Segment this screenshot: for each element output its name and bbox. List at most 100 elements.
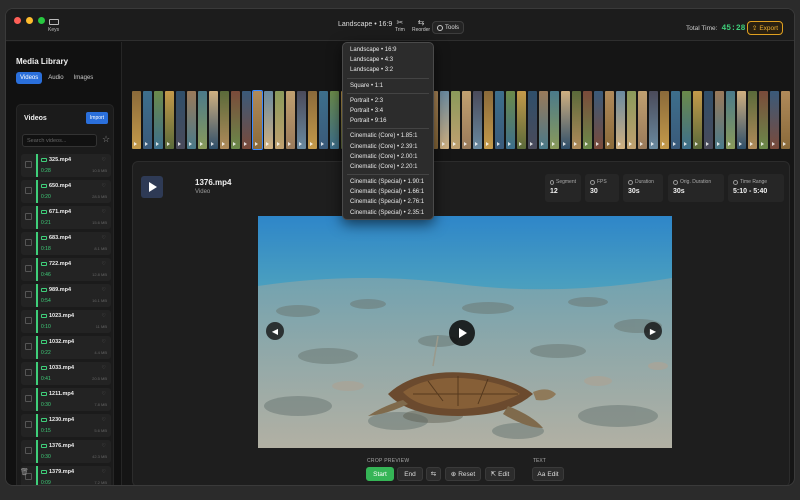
select-checkbox[interactable]: [25, 343, 32, 350]
aspect-ratio-selector[interactable]: Landscape • 16:9: [338, 21, 392, 28]
crop-edit-button[interactable]: ⇱ Edit: [485, 467, 515, 481]
video-list-item[interactable]: 671.mp4 0:21 ♡ 15.6 MB: [21, 206, 111, 229]
favorite-heart-icon[interactable]: ♡: [102, 391, 106, 397]
select-checkbox[interactable]: [25, 161, 32, 168]
filmstrip-segment[interactable]: [693, 91, 702, 149]
swap-button[interactable]: ⇆: [426, 467, 441, 481]
filmstrip-segment[interactable]: [704, 91, 713, 149]
aspect-menu-item[interactable]: Cinematic (Special) • 1.90:1: [343, 177, 433, 187]
filmstrip-segment[interactable]: [528, 91, 537, 149]
video-preview[interactable]: ◀ ▶: [258, 216, 672, 448]
filmstrip-segment[interactable]: [726, 91, 735, 149]
filmstrip-segment[interactable]: [638, 91, 647, 149]
text-edit-button[interactable]: Aa Edit: [532, 467, 564, 481]
select-checkbox[interactable]: [25, 291, 32, 298]
timeline-filmstrip[interactable]: [132, 87, 794, 153]
aspect-menu-item[interactable]: Portrait • 9:16: [343, 116, 433, 126]
filmstrip-segment[interactable]: [132, 91, 141, 149]
aspect-menu-item[interactable]: Cinematic (Special) • 2.35:1: [343, 208, 433, 218]
search-videos-input[interactable]: Search videos...: [22, 134, 97, 147]
aspect-menu-item[interactable]: Cinematic (Core) • 2.20:1: [343, 162, 433, 172]
favorite-heart-icon[interactable]: ♡: [102, 183, 106, 189]
filmstrip-segment[interactable]: [187, 91, 196, 149]
filmstrip-segment[interactable]: [209, 91, 218, 149]
aspect-menu-item[interactable]: Square • 1:1: [343, 81, 433, 91]
select-checkbox[interactable]: [25, 421, 32, 428]
filmstrip-segment[interactable]: [484, 91, 493, 149]
next-clip-button[interactable]: ▶: [644, 322, 662, 340]
filmstrip-segment[interactable]: [715, 91, 724, 149]
select-checkbox[interactable]: [25, 395, 32, 402]
filmstrip-segment[interactable]: [550, 91, 559, 149]
filmstrip-segment[interactable]: [627, 91, 636, 149]
favorite-heart-icon[interactable]: ♡: [102, 417, 106, 423]
tab-audio[interactable]: Audio: [44, 72, 67, 84]
filmstrip-segment[interactable]: [275, 91, 284, 149]
filmstrip-segment[interactable]: [252, 90, 263, 150]
video-list-item[interactable]: 1032.mp4 0:22 ♡ 4.4 MB: [21, 336, 111, 359]
filmstrip-segment[interactable]: [154, 91, 163, 149]
crop-end-button[interactable]: End: [397, 467, 423, 481]
trash-icon[interactable]: 🗑: [20, 468, 29, 476]
tab-images[interactable]: Images: [70, 72, 98, 84]
filmstrip-segment[interactable]: [770, 91, 779, 149]
filmstrip-segment[interactable]: [242, 91, 251, 149]
select-checkbox[interactable]: [25, 239, 32, 246]
filmstrip-segment[interactable]: [759, 91, 768, 149]
favorite-heart-icon[interactable]: ♡: [102, 209, 106, 215]
video-list-item[interactable]: 1376.mp4 0:30 ♡ 42.3 MB: [21, 440, 111, 463]
aspect-menu-item[interactable]: Cinematic (Core) • 2.39:1: [343, 142, 433, 152]
aspect-menu-item[interactable]: Landscape • 4:3: [343, 55, 433, 65]
filmstrip-segment[interactable]: [198, 91, 207, 149]
video-list-item[interactable]: 650.mp4 0:20 ♡ 28.5 MB: [21, 180, 111, 203]
filmstrip-segment[interactable]: [748, 91, 757, 149]
select-checkbox[interactable]: [25, 369, 32, 376]
aspect-menu-item[interactable]: Portrait • 2:3: [343, 96, 433, 106]
filmstrip-segment[interactable]: [561, 91, 570, 149]
filmstrip-segment[interactable]: [649, 91, 658, 149]
filmstrip-segment[interactable]: [330, 91, 339, 149]
aspect-menu-item[interactable]: Cinematic (Special) • 1.66:1: [343, 187, 433, 197]
favorite-heart-icon[interactable]: ♡: [102, 469, 106, 475]
favorite-heart-icon[interactable]: ♡: [102, 443, 106, 449]
filmstrip-segment[interactable]: [440, 91, 449, 149]
video-list-item[interactable]: 989.mp4 0:54 ♡ 16.1 MB: [21, 284, 111, 307]
video-list-item[interactable]: 683.mp4 0:18 ♡ 8.1 MB: [21, 232, 111, 255]
video-list-item[interactable]: 1023.mp4 0:10 ♡ 11 MB: [21, 310, 111, 333]
filmstrip-segment[interactable]: [473, 91, 482, 149]
import-button[interactable]: Import: [86, 112, 108, 124]
filmstrip-segment[interactable]: [660, 91, 669, 149]
filmstrip-segment[interactable]: [220, 91, 229, 149]
filmstrip-segment[interactable]: [572, 91, 581, 149]
aspect-menu-item[interactable]: Landscape • 3:2: [343, 65, 433, 75]
favorite-heart-icon[interactable]: ♡: [102, 235, 106, 241]
filmstrip-segment[interactable]: [264, 91, 273, 149]
favorite-heart-icon[interactable]: ♡: [102, 313, 106, 319]
filmstrip-segment[interactable]: [143, 91, 152, 149]
reorder-button[interactable]: ⇆ Reorder: [412, 19, 430, 34]
filmstrip-segment[interactable]: [451, 91, 460, 149]
aspect-menu-item[interactable]: Cinematic (Core) • 1.85:1: [343, 131, 433, 141]
filmstrip-segment[interactable]: [165, 91, 174, 149]
video-list-item[interactable]: 722.mp4 0:46 ♡ 12.8 MB: [21, 258, 111, 281]
filmstrip-segment[interactable]: [605, 91, 614, 149]
select-checkbox[interactable]: [25, 447, 32, 454]
filmstrip-segment[interactable]: [231, 91, 240, 149]
favorite-heart-icon[interactable]: ♡: [102, 157, 106, 163]
crop-reset-button[interactable]: ⊕ Reset: [445, 467, 481, 481]
video-play-button[interactable]: [449, 320, 475, 346]
aspect-menu-item[interactable]: Cinematic (Core) • 2.00:1: [343, 152, 433, 162]
tab-videos[interactable]: Videos: [16, 72, 43, 84]
filmstrip-segment[interactable]: [506, 91, 515, 149]
aspect-menu-item[interactable]: Cinematic (Special) • 2.76:1: [343, 197, 433, 207]
favorite-heart-icon[interactable]: ♡: [102, 261, 106, 267]
trim-button[interactable]: ✂ Trim: [395, 19, 405, 34]
crop-start-button[interactable]: Start: [366, 467, 394, 481]
keys-button[interactable]: Keys: [48, 19, 59, 33]
filmstrip-segment[interactable]: [539, 91, 548, 149]
video-list-item[interactable]: 1230.mp4 0:15 ♡ 5.6 MB: [21, 414, 111, 437]
select-checkbox[interactable]: [25, 187, 32, 194]
filmstrip-segment[interactable]: [176, 91, 185, 149]
filmstrip-segment[interactable]: [594, 91, 603, 149]
minimize-window-button[interactable]: [26, 17, 33, 24]
